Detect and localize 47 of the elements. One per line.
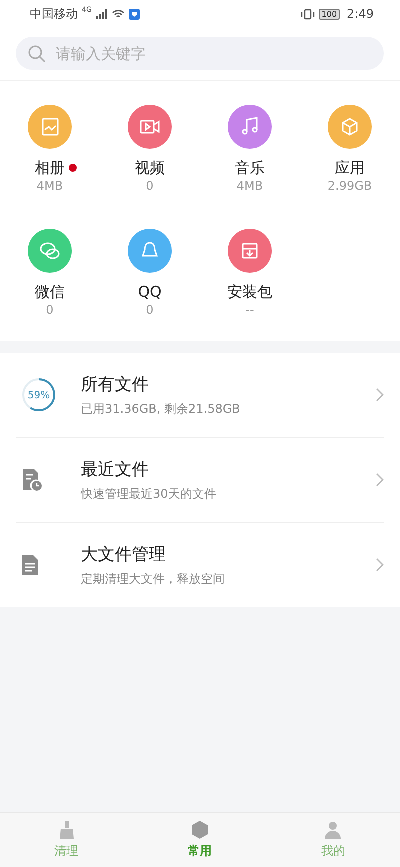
percent-text: 59% [28,390,50,402]
category-label: 应用 [335,159,365,177]
category-icon[interactable] [28,105,72,149]
category-size: 0 [146,303,154,317]
category-size: 4MB [236,179,264,193]
category-size: 0 [46,303,54,317]
chevron-icon [376,558,384,572]
document-icon [21,554,39,576]
file-row[interactable]: 59% 所有文件 已用31.36GB, 剩余21.58GB [16,353,384,437]
category-label: 音乐 [235,159,265,177]
vibrate-icon [300,8,315,20]
carrier-text: 中国移动 [30,6,78,22]
wifi-icon [112,9,125,19]
file-row[interactable]: 最近文件 快速管理最近30天的文件 [16,437,384,522]
category-icon[interactable] [128,229,172,273]
document-clock-icon [21,468,43,492]
signal-icon [96,9,108,19]
category-size: -- [246,303,254,317]
row-title: 所有文件 [81,374,150,396]
category-icon[interactable] [328,105,372,149]
category-label: QQ [138,283,162,301]
category-icon[interactable] [228,105,272,149]
row-subtitle: 已用31.36GB, 剩余21.58GB [81,400,242,418]
row-subtitle: 快速管理最近30天的文件 [81,486,218,502]
category-label: 微信 [35,283,65,301]
shield-icon [128,8,140,20]
category-icon[interactable] [28,229,72,273]
category-icon[interactable] [128,105,172,149]
category-label: 视频 [135,159,165,177]
clock-text: 2:49 [347,7,374,21]
person-icon [323,820,344,840]
category-label: 相册 [35,159,65,177]
cube-icon [190,820,210,840]
category-label: 安装包 [228,283,272,301]
category-size: 4MB [36,179,64,193]
search-icon [28,44,46,62]
file-row[interactable]: 大文件管理 定期清理大文件，释放空间 [16,522,384,607]
category-icon[interactable] [228,229,272,273]
row-subtitle: 定期清理大文件，释放空间 [81,570,226,588]
search-field[interactable]: 请输入关键字 [16,37,384,70]
chevron-icon [376,473,384,487]
row-title: 大文件管理 [81,544,167,566]
row-title: 最近文件 [81,458,150,480]
battery-indicator: 100 [318,8,340,20]
category-size: 0 [146,179,154,193]
category-size: 2.99GB [328,179,372,193]
chevron-icon [376,388,384,402]
